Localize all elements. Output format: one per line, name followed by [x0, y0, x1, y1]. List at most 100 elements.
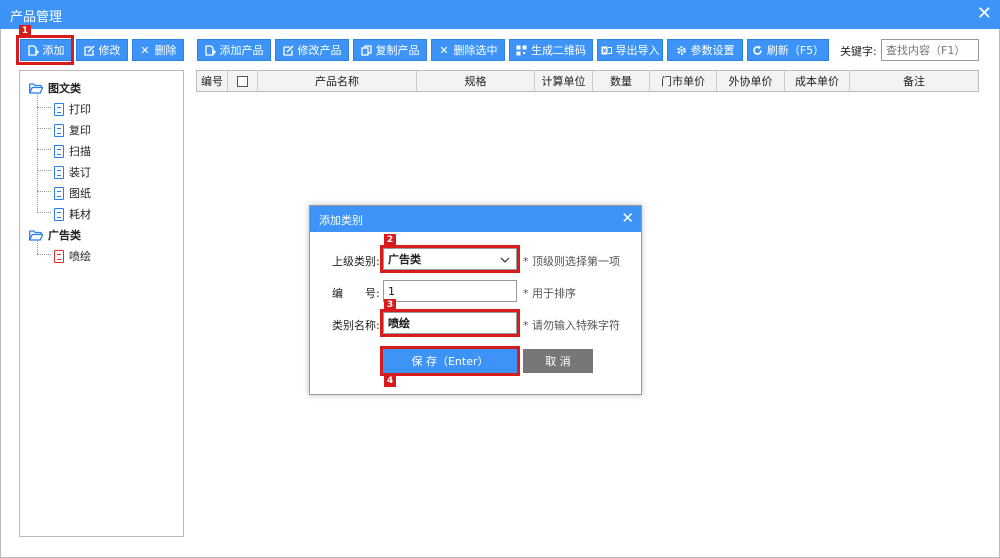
window-title: 产品管理 — [10, 10, 63, 25]
folder-open-icon — [29, 82, 44, 94]
copy-icon — [360, 44, 372, 56]
document-icon — [54, 207, 64, 221]
refresh-icon — [752, 45, 763, 56]
delete-selected-button[interactable]: ✕ 删除选中 — [431, 39, 505, 61]
title-bar: 产品管理 ✕ — [0, 0, 1000, 29]
category-name-hint: * 请勿输入特殊字符 — [523, 319, 620, 332]
delete-selected-label: 删除选中 — [453, 44, 498, 57]
copy-product-button[interactable]: 复制产品 — [353, 39, 427, 61]
document-icon — [54, 186, 64, 200]
column-header-select-all[interactable] — [228, 71, 258, 91]
product-grid-header: 编号 产品名称 规格 计算单位 数量 门市单价 外协单价 成本单价 备注 — [196, 70, 979, 92]
parent-category-hint: * 顶级则选择第一项 — [523, 255, 620, 268]
column-header-outsource-price[interactable]: 外协单价 — [717, 71, 785, 91]
add-product-button[interactable]: 添加产品 — [197, 39, 271, 61]
document-icon — [54, 144, 64, 158]
qrcode-icon — [516, 45, 527, 56]
code-input[interactable] — [383, 280, 517, 302]
tree-item-print[interactable]: 打印 — [54, 101, 91, 117]
tree-item-drawing[interactable]: 图纸 — [54, 185, 91, 201]
tree-category-label: 图文类 — [48, 82, 81, 95]
parent-category-value: 广告类 — [388, 253, 421, 266]
tree-item-copy[interactable]: 复印 — [54, 122, 91, 138]
delete-category-button[interactable]: ✕ 删除 — [132, 39, 184, 61]
column-header-cost-price[interactable]: 成本单价 — [785, 71, 850, 91]
tree-guide-line — [37, 191, 51, 192]
select-all-checkbox[interactable] — [237, 75, 248, 87]
refresh-button[interactable]: 刷新（F5） — [747, 39, 829, 61]
step-marker-4: 4 — [384, 375, 396, 387]
code-hint: * 用于排序 — [523, 287, 576, 300]
copy-product-label: 复制产品 — [375, 44, 420, 57]
excel-icon — [601, 45, 612, 56]
edit-category-label: 修改 — [98, 44, 121, 57]
tree-item-consumables[interactable]: 耗材 — [54, 206, 91, 222]
edit-icon — [83, 44, 95, 56]
tree-item-label: 复印 — [69, 124, 91, 137]
tree-item-label: 图纸 — [69, 187, 91, 200]
dialog-close-icon[interactable]: ✕ — [621, 209, 634, 227]
parent-category-label: 上级类别: — [332, 255, 380, 268]
tree-item-label: 耗材 — [69, 208, 91, 221]
close-icon[interactable]: ✕ — [977, 3, 992, 24]
refresh-label: 刷新（F5） — [766, 44, 825, 57]
parent-category-select[interactable]: 广告类 — [383, 248, 517, 270]
tree-guide-line — [37, 212, 51, 213]
add-category-label: 添加 — [42, 44, 65, 57]
column-header-retail-price[interactable]: 门市单价 — [650, 71, 717, 91]
delete-category-label: 删除 — [154, 44, 177, 57]
generate-qrcode-label: 生成二维码 — [531, 44, 586, 57]
edit-product-label: 修改产品 — [297, 44, 342, 57]
add-product-label: 添加产品 — [219, 44, 264, 57]
dialog-title-bar: 添加类别 ✕ — [310, 206, 641, 232]
add-doc-icon — [27, 44, 39, 56]
delete-x-icon: ✕ — [439, 43, 449, 57]
dialog-title: 添加类别 — [319, 214, 363, 227]
tree-guide-line — [37, 149, 51, 150]
cancel-button[interactable]: 取 消 — [523, 349, 593, 373]
column-header-code[interactable]: 编号 — [197, 71, 228, 91]
edit-icon — [282, 44, 294, 56]
folder-open-icon — [29, 229, 44, 241]
category-name-input[interactable] — [383, 312, 517, 334]
tree-item-label: 打印 — [69, 103, 91, 116]
tree-guide-line — [37, 107, 51, 108]
save-button[interactable]: 保 存（Enter） — [383, 349, 517, 373]
tree-guide-line — [37, 254, 51, 255]
column-header-unit[interactable]: 计算单位 — [535, 71, 593, 91]
column-header-remarks[interactable]: 备注 — [850, 71, 978, 91]
document-icon — [54, 123, 64, 137]
edit-product-button[interactable]: 修改产品 — [275, 39, 349, 61]
tree-item-label: 扫描 — [69, 145, 91, 158]
tree-guide-line — [37, 128, 51, 129]
delete-x-icon: ✕ — [140, 43, 150, 57]
category-tree — [19, 70, 184, 537]
column-header-product-name[interactable]: 产品名称 — [258, 71, 417, 91]
settings-button[interactable]: 参数设置 — [667, 39, 743, 61]
step-marker-3: 3 — [384, 299, 396, 311]
tree-category-label: 广告类 — [48, 229, 81, 242]
code-label: 编 号: — [332, 287, 380, 300]
add-category-button[interactable]: 添加 — [20, 39, 72, 61]
generate-qrcode-button[interactable]: 生成二维码 — [509, 39, 593, 61]
tree-item-binding[interactable]: 装订 — [54, 164, 91, 180]
settings-label: 参数设置 — [690, 44, 735, 57]
tree-item-inkjet[interactable]: 喷绘 — [54, 248, 91, 264]
export-import-label: 导出导入 — [615, 44, 660, 57]
tree-item-label: 喷绘 — [69, 250, 91, 263]
keyword-label: 关键字: — [840, 45, 877, 58]
export-import-button[interactable]: 导出导入 — [597, 39, 663, 61]
tree-item-label: 装订 — [69, 166, 91, 179]
tree-guide-line — [37, 170, 51, 171]
column-header-spec[interactable]: 规格 — [417, 71, 535, 91]
edit-category-button[interactable]: 修改 — [76, 39, 128, 61]
add-doc-icon — [204, 44, 216, 56]
tree-item-scan[interactable]: 扫描 — [54, 143, 91, 159]
tree-guide-line — [37, 241, 38, 254]
column-header-quantity[interactable]: 数量 — [593, 71, 650, 91]
step-marker-2: 2 — [384, 234, 396, 246]
document-icon — [54, 102, 64, 116]
keyword-search-input[interactable] — [881, 39, 979, 61]
document-icon — [54, 165, 64, 179]
category-name-label: 类别名称: — [332, 319, 380, 332]
